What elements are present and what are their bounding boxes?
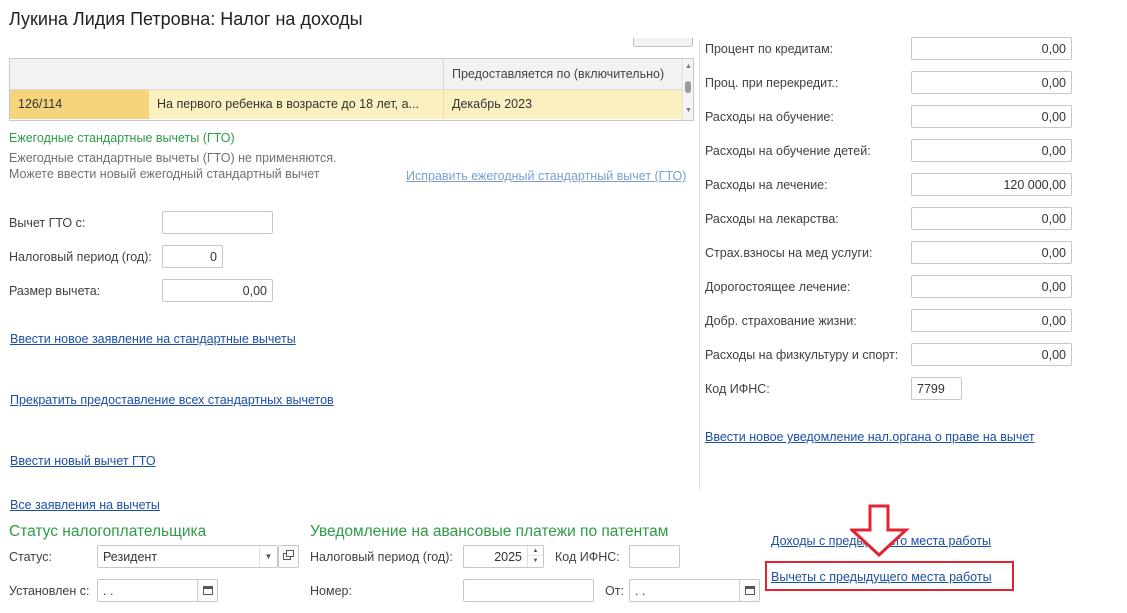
cell-code[interactable]: 126/114	[10, 90, 149, 119]
red-down-arrow-icon	[850, 504, 910, 558]
year-spinner[interactable]: ▲ ▼	[527, 546, 543, 567]
medical-insurance-field[interactable]: 0,00	[911, 241, 1072, 264]
ifns-field[interactable]: 7799	[911, 377, 962, 400]
ifns-label: Код ИФНС:	[705, 382, 770, 396]
patent-period-value: 2025	[494, 550, 522, 564]
right-field-label: Расходы на лекарства:	[705, 212, 839, 226]
calendar-icon[interactable]	[197, 580, 217, 601]
fix-gto-link[interactable]: Исправить ежегодный стандартный вычет (Г…	[406, 169, 686, 183]
gto-period-field[interactable]: 0	[162, 245, 223, 268]
treatment-field[interactable]: 120 000,00	[911, 173, 1072, 196]
patent-ifns-label: Код ИФНС:	[555, 550, 620, 564]
gto-period-label: Налоговый период (год):	[9, 250, 152, 264]
refinance-interest-field[interactable]: 0,00	[911, 71, 1072, 94]
right-field-label: Дорогостоящее лечение:	[705, 280, 851, 294]
children-education-field[interactable]: 0,00	[911, 139, 1072, 162]
gto-amount-label: Размер вычета:	[9, 284, 101, 298]
medicines-field[interactable]: 0,00	[911, 207, 1072, 230]
life-insurance-field[interactable]: 0,00	[911, 309, 1072, 332]
taxpayer-section-title: Статус налогоплательщика	[9, 523, 207, 540]
right-field-label: Процент по кредитам:	[705, 42, 834, 56]
status-label: Статус:	[9, 550, 52, 564]
spin-up-icon[interactable]: ▲	[528, 546, 543, 556]
open-status-button[interactable]	[278, 545, 299, 568]
table-header: Предоставляется по (включительно)	[10, 59, 683, 90]
credit-interest-field[interactable]: 0,00	[911, 37, 1072, 60]
column-divider	[699, 40, 700, 490]
patent-period-field[interactable]: 2025 ▲ ▼	[463, 545, 544, 568]
right-field-label: Расходы на физкультуру и спорт:	[705, 348, 899, 362]
collapse-button[interactable]	[633, 38, 693, 47]
new-standard-link[interactable]: Ввести новое заявление на стандартные вы…	[10, 332, 296, 346]
patent-period-label: Налоговый период (год):	[310, 550, 453, 564]
table-row[interactable]: 126/114 На первого ребенка в возрасте до…	[10, 90, 683, 119]
patent-number-label: Номер:	[310, 584, 352, 598]
since-date-value: . .	[103, 584, 114, 598]
table-scrollbar[interactable]: ▲ ▼	[682, 59, 693, 120]
stop-all-link[interactable]: Прекратить предоставление всех стандартн…	[10, 393, 334, 407]
since-label: Установлен с:	[9, 584, 90, 598]
column-header-until[interactable]: Предоставляется по (включительно)	[443, 59, 683, 90]
highlight-box	[765, 561, 1014, 591]
status-select[interactable]: Резидент ▼	[97, 545, 278, 568]
right-field-label: Добр. страхование жизни:	[705, 314, 857, 328]
right-field-label: Расходы на обучение:	[705, 110, 834, 124]
patent-from-date-field[interactable]: . .	[629, 579, 760, 602]
expensive-treatment-field[interactable]: 0,00	[911, 275, 1072, 298]
patent-from-label: От:	[605, 584, 624, 598]
chevron-down-icon[interactable]: ▼	[259, 546, 277, 567]
spin-down-icon[interactable]: ▼	[528, 556, 543, 566]
gto-note-2: Можете ввести новый ежегодный стандартны…	[9, 167, 320, 181]
patent-ifns-field[interactable]	[629, 545, 680, 568]
right-field-label: Страх.взносы на мед услуги:	[705, 246, 873, 260]
status-value: Резидент	[103, 550, 158, 564]
cell-until[interactable]: Декабрь 2023	[443, 90, 683, 119]
right-field-label: Расходы на обучение детей:	[705, 144, 871, 158]
sport-field[interactable]: 0,00	[911, 343, 1072, 366]
cell-description[interactable]: На первого ребенка в возрасте до 18 лет,…	[149, 90, 443, 119]
new-gto-link[interactable]: Ввести новый вычет ГТО	[10, 454, 156, 468]
gto-section-title: Ежегодные стандартные вычеты (ГТО)	[9, 131, 235, 145]
since-date-field[interactable]: . .	[97, 579, 218, 602]
deductions-table: Предоставляется по (включительно) 126/11…	[9, 58, 694, 121]
gto-note-1: Ежегодные стандартные вычеты (ГТО) не пр…	[9, 151, 337, 165]
education-field[interactable]: 0,00	[911, 105, 1072, 128]
scroll-up-icon[interactable]: ▲	[684, 63, 693, 71]
all-applications-link[interactable]: Все заявления на вычеты	[10, 498, 160, 512]
calendar-icon[interactable]	[739, 580, 759, 601]
right-field-label: Расходы на лечение:	[705, 178, 828, 192]
new-notice-link[interactable]: Ввести новое уведомление нал.органа о пр…	[705, 430, 1035, 444]
right-field-label: Проц. при перекредит.:	[705, 76, 839, 90]
gto-amount-field[interactable]: 0,00	[162, 279, 273, 302]
window-title: Лукина Лидия Петровна: Налог на доходы	[9, 9, 363, 29]
scroll-down-icon[interactable]: ▼	[684, 107, 693, 115]
patent-from-date-value: . .	[635, 584, 646, 598]
scroll-thumb[interactable]	[685, 81, 691, 93]
gto-from-label: Вычет ГТО с:	[9, 216, 86, 230]
gto-from-field[interactable]	[162, 211, 273, 234]
patent-section-title: Уведомление на авансовые платежи по пате…	[310, 523, 669, 540]
patent-number-field[interactable]	[463, 579, 594, 602]
